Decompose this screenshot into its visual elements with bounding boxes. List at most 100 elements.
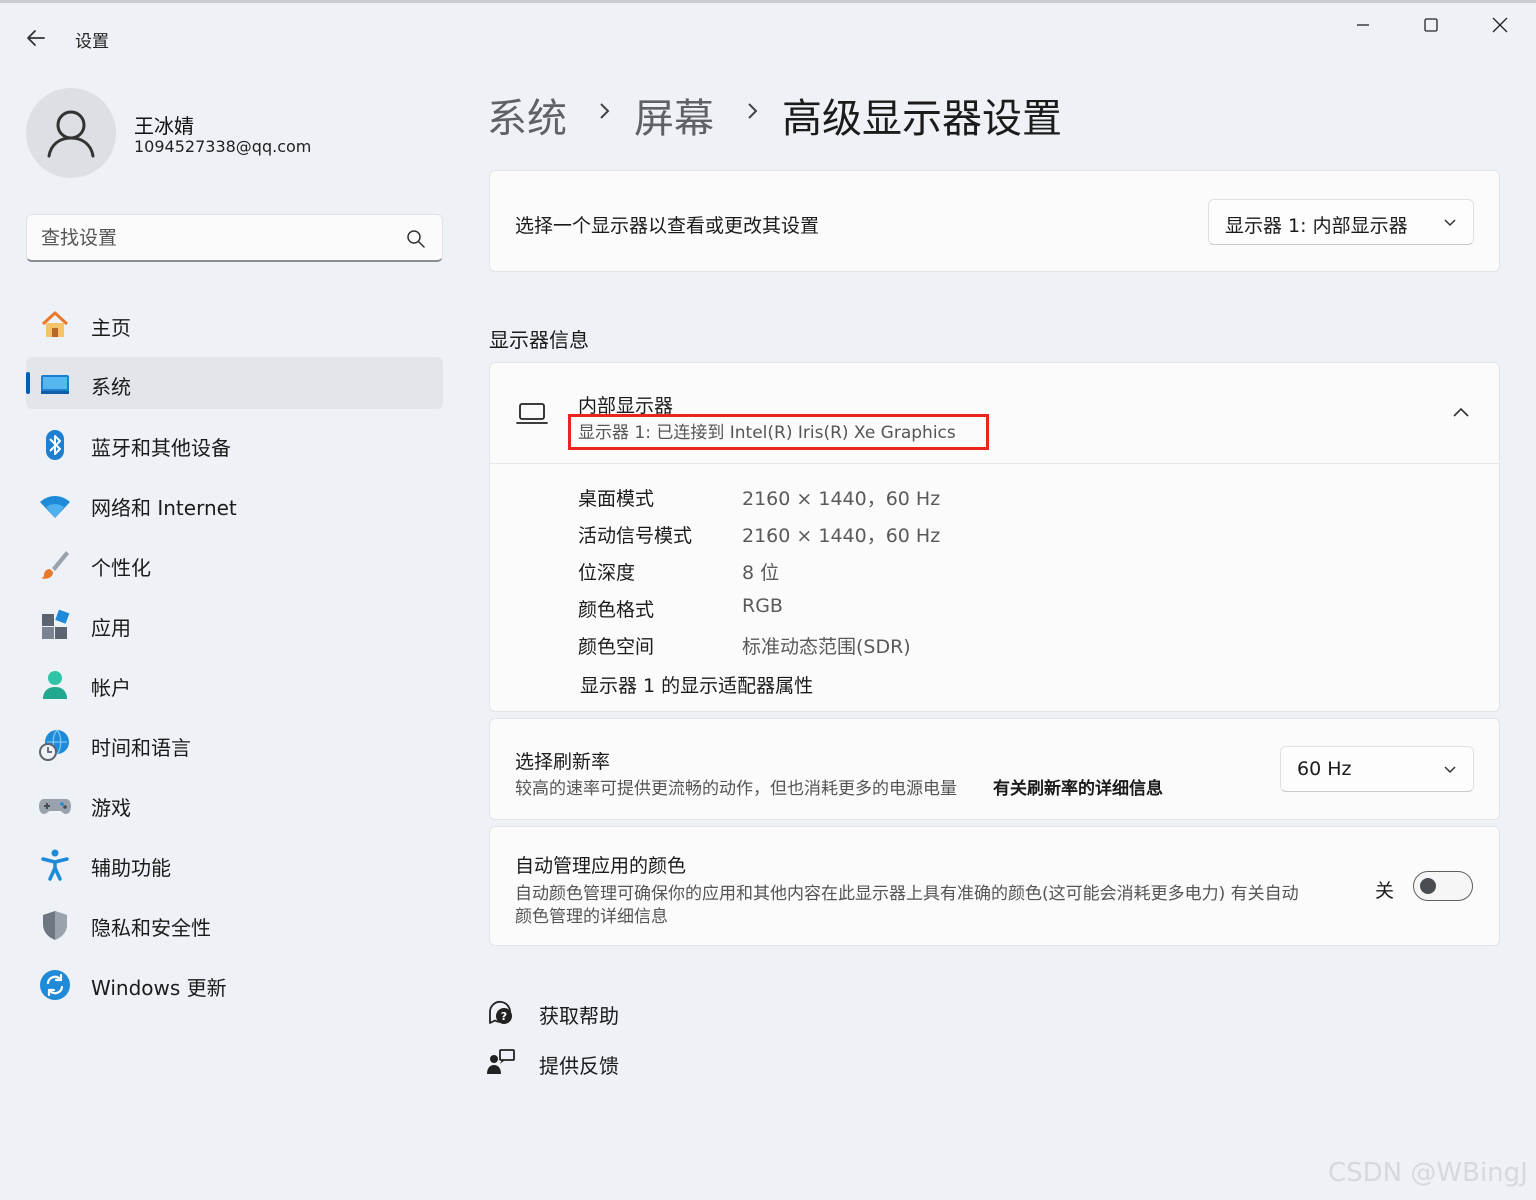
sidebar-item-network[interactable]: 网络和 Internet [26,478,443,530]
info-value: RGB [742,595,783,617]
close-button[interactable] [1477,10,1523,40]
get-help-link[interactable]: 获取帮助 [539,1000,619,1029]
display-select-dropdown[interactable]: 显示器 1: 内部显示器 [1208,199,1474,245]
search-icon[interactable] [406,229,426,249]
minimize-button[interactable] [1340,10,1386,40]
system-icon [41,375,69,394]
user-name: 王冰婧 [134,114,194,138]
sidebar-item-label: 蓝牙和其他设备 [91,436,231,460]
sidebar-item-accounts[interactable]: 帐户 [26,658,443,710]
search-box[interactable] [26,214,443,262]
refresh-rate-description: 较高的速率可提供更流畅的动作，但也消耗更多的电源电量 [515,779,957,799]
watermark: CSDN @WBingJ [1328,1158,1528,1188]
section-title: 显示器信息 [489,328,589,352]
maximize-button[interactable] [1408,10,1454,40]
sidebar-item-label: 时间和语言 [91,736,191,760]
sidebar-item-label: 系统 [91,375,131,399]
info-label: 颜色格式 [578,599,655,621]
sidebar-item-label: 应用 [91,616,131,640]
chevron-right-icon [748,103,758,119]
apps-icon [42,609,70,639]
sidebar-item-time-language[interactable]: 时间和语言 [26,718,443,770]
sidebar-item-label: 辅助功能 [91,856,171,880]
divider [490,463,1499,464]
back-button[interactable] [22,24,50,52]
info-label: 位深度 [578,562,636,584]
person-icon [47,110,95,158]
breadcrumb-display[interactable]: 屏幕 [634,86,714,144]
sidebar-item-label: 主页 [91,316,131,340]
page-title: 高级显示器设置 [782,96,1062,142]
sidebar-item-label: 游戏 [91,796,131,820]
highlight-box [568,414,989,450]
user-email: 1094527338@qq.com [134,137,312,156]
sidebar-item-home[interactable]: 主页 [26,298,443,350]
breadcrumb-system[interactable]: 系统 [487,86,567,144]
sidebar-item-privacy[interactable]: 隐私和安全性 [26,898,443,950]
toggle-knob [1420,878,1436,894]
sidebar-item-label: 个性化 [91,556,151,580]
app-title: 设置 [75,32,109,52]
info-value: 标准动态范围(SDR) [742,636,911,658]
chevron-down-icon [1444,219,1456,227]
account-icon [43,671,67,699]
toggle-state-label: 关 [1375,880,1395,902]
info-value: 2160 × 1440，60 Hz [742,525,941,547]
auto-color-card: 自动管理应用的颜色 自动颜色管理可确保你的应用和其他内容在此显示器上具有准确的颜… [489,826,1500,946]
globe-clock-icon [39,729,69,761]
help-icon: ? [489,1000,512,1024]
give-feedback-link[interactable]: 提供反馈 [539,1050,619,1079]
chevron-down-icon [1444,766,1456,774]
sidebar-item-gaming[interactable]: 游戏 [26,778,443,830]
sidebar-item-label: 网络和 Internet [91,496,237,520]
bluetooth-icon [46,430,64,460]
shield-icon [43,911,67,940]
sidebar-item-windows-update[interactable]: Windows 更新 [26,958,443,1010]
refresh-rate-card: 选择刷新率 较高的速率可提供更流畅的动作，但也消耗更多的电源电量 有关刷新率的详… [489,718,1500,820]
info-value: 2160 × 1440，60 Hz [742,488,941,510]
info-value: 8 位 [742,562,780,584]
chevron-right-icon [600,103,610,119]
sidebar-item-accessibility[interactable]: 辅助功能 [26,838,443,890]
auto-color-title: 自动管理应用的颜色 [515,855,687,877]
sidebar-item-label: 帐户 [91,676,131,700]
wifi-icon [40,496,70,518]
sidebar-item-personalization[interactable]: 个性化 [26,538,443,590]
accessibility-icon [41,849,69,881]
auto-color-description: 自动颜色管理可确保你的应用和其他内容在此显示器上具有准确的颜色(这可能会消耗更多… [515,884,1299,904]
maximize-icon [1424,18,1438,32]
dropdown-value: 60 Hz [1297,758,1352,780]
sidebar-item-apps[interactable]: 应用 [26,598,443,650]
display-select-card: 选择一个显示器以查看或更改其设置 显示器 1: 内部显示器 [489,170,1500,272]
top-edge [0,0,1536,3]
sidebar-item-label: 隐私和安全性 [91,916,211,940]
gamepad-icon [39,799,71,814]
auto-color-info-link[interactable]: 颜色管理的详细信息 [515,902,668,927]
refresh-rate-info-link[interactable]: 有关刷新率的详细信息 [993,774,1163,799]
display-select-label: 选择一个显示器以查看或更改其设置 [515,215,820,237]
brush-icon [41,551,69,579]
svg-text:?: ? [501,1010,507,1023]
chevron-up-icon[interactable] [1452,405,1470,419]
refresh-rate-dropdown[interactable]: 60 Hz [1280,746,1474,792]
minimize-icon [1357,24,1369,26]
sidebar-item-system[interactable]: 系统 [26,357,443,409]
info-label: 桌面模式 [578,488,655,510]
info-label: 活动信号模式 [578,525,693,547]
auto-color-toggle[interactable] [1413,871,1473,901]
laptop-icon [516,403,548,424]
arrow-left-icon [27,30,45,46]
update-icon [40,970,70,1000]
sidebar-item-bluetooth[interactable]: 蓝牙和其他设备 [26,418,443,470]
search-input[interactable] [41,225,401,251]
feedback-icon [487,1049,515,1074]
active-indicator [26,372,30,394]
refresh-rate-title: 选择刷新率 [515,751,611,773]
home-icon [41,311,69,337]
adapter-properties-link[interactable]: 显示器 1 的显示适配器属性 [580,671,813,698]
close-icon [1492,17,1508,33]
sidebar-item-label: Windows 更新 [91,976,227,1000]
info-label: 颜色空间 [578,636,655,658]
dropdown-value: 显示器 1: 内部显示器 [1225,215,1408,237]
avatar[interactable] [26,88,116,178]
